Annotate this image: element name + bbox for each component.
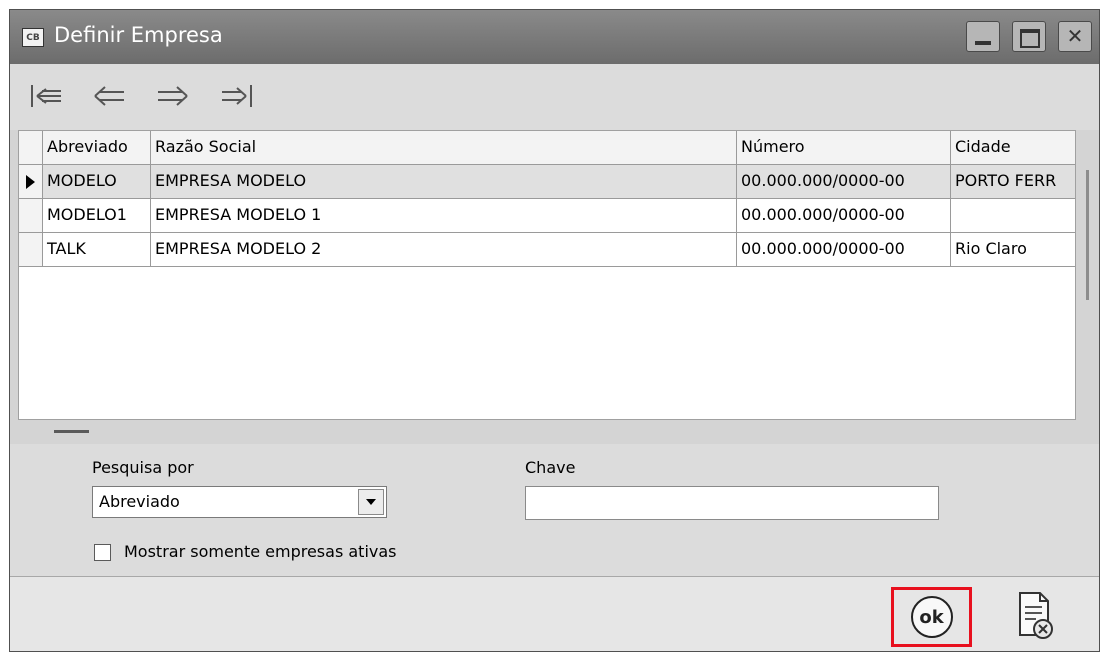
ok-button[interactable]: ok (910, 596, 953, 638)
ok-button-highlight: ok (891, 587, 972, 647)
maximize-button[interactable] (1012, 21, 1046, 52)
navigation-toolbar (10, 64, 1099, 130)
table-cell-numero[interactable]: 00.000.000/0000-00 (737, 233, 951, 267)
search-by-label: Pesquisa por (92, 458, 194, 477)
row-indicator[interactable] (19, 199, 43, 233)
row-indicator[interactable] (19, 233, 43, 267)
cancel-button[interactable] (1016, 591, 1056, 641)
horizontal-scrollbar[interactable] (54, 430, 89, 433)
table-cell-razao-social[interactable]: EMPRESA MODELO (151, 165, 737, 199)
table-cell-abreviado[interactable]: MODELO (43, 165, 151, 199)
current-row-pointer-icon (26, 175, 35, 189)
vertical-scrollbar[interactable] (1086, 170, 1089, 300)
active-only-label[interactable]: Mostrar somente empresas ativas (124, 542, 397, 561)
table-cell-numero[interactable]: 00.000.000/0000-00 (737, 199, 951, 233)
grid-corner (19, 131, 43, 165)
table-cell-cidade[interactable]: Rio Claro (951, 233, 1075, 267)
last-record-button[interactable] (217, 81, 257, 111)
cancel-document-icon (1019, 592, 1053, 639)
minimize-button[interactable] (966, 21, 1000, 52)
column-header-cidade[interactable]: Cidade (951, 131, 1075, 165)
search-panel: Pesquisa por Abreviado Chave Mostrar som… (10, 444, 1099, 576)
table-cell-abreviado[interactable]: TALK (43, 233, 151, 267)
column-header-numero[interactable]: Número (737, 131, 951, 165)
search-by-value: Abreviado (99, 492, 180, 511)
title-bar[interactable]: CB Definir Empresa (10, 10, 1099, 64)
next-record-icon (158, 86, 188, 106)
window-title: Definir Empresa (54, 23, 223, 47)
last-record-icon (222, 85, 252, 107)
chevron-down-icon[interactable] (358, 489, 384, 515)
action-bar: ok (10, 577, 1099, 651)
table-cell-abreviado[interactable]: MODELO1 (43, 199, 151, 233)
previous-record-button[interactable] (89, 81, 129, 111)
search-by-select[interactable]: Abreviado (92, 486, 387, 518)
table-cell-cidade[interactable]: PORTO FERR (951, 165, 1075, 199)
active-only-checkbox[interactable] (94, 544, 111, 561)
first-record-icon (31, 85, 61, 107)
table-cell-razao-social[interactable]: EMPRESA MODELO 1 (151, 199, 737, 233)
company-grid[interactable]: Abreviado Razão Social Número Cidade MOD… (18, 130, 1076, 420)
next-record-button[interactable] (153, 81, 193, 111)
column-header-razao-social[interactable]: Razão Social (151, 131, 737, 165)
previous-record-icon (94, 86, 124, 106)
column-header-abreviado[interactable]: Abreviado (43, 131, 151, 165)
close-button[interactable] (1058, 21, 1092, 52)
ok-label: ok (919, 606, 944, 628)
definir-empresa-window: CB Definir Empresa ✕ Abreviado Razão Soc… (9, 9, 1100, 652)
app-icon: CB (22, 28, 44, 47)
first-record-button[interactable] (26, 81, 66, 111)
row-indicator[interactable] (19, 165, 43, 199)
table-cell-razao-social[interactable]: EMPRESA MODELO 2 (151, 233, 737, 267)
key-label: Chave (525, 458, 576, 477)
table-cell-numero[interactable]: 00.000.000/0000-00 (737, 165, 951, 199)
table-cell-cidade[interactable] (951, 199, 1075, 233)
key-input[interactable] (525, 486, 939, 520)
